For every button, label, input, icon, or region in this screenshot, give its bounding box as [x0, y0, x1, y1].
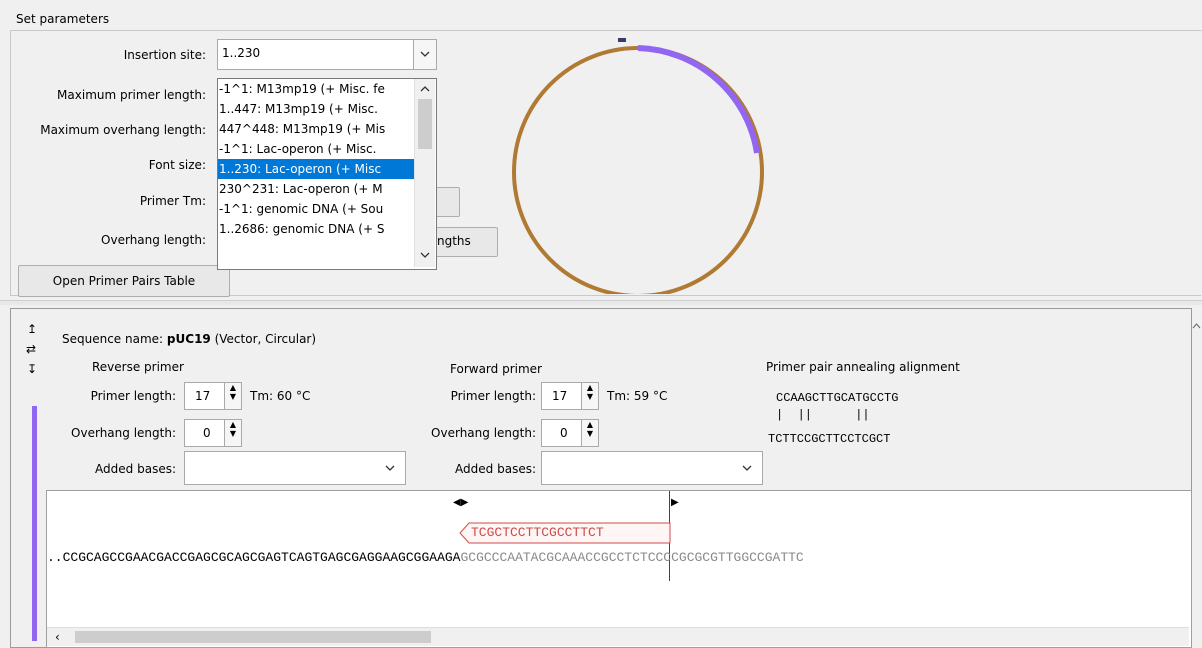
move-down-icon[interactable]: ↧	[27, 362, 37, 376]
alignment-match-bars: | || ||	[776, 408, 870, 422]
forward-primer-length-value: 17	[552, 389, 568, 403]
dropdown-item[interactable]: 1..2686: genomic DNA (+ S	[218, 219, 418, 239]
open-primer-pairs-table-button[interactable]: Open Primer Pairs Table	[18, 265, 230, 297]
dropdown-item[interactable]: -1^1: Lac-operon (+ Misc.	[218, 139, 418, 159]
side-toolbar: ↥ ⇄ ↧	[24, 322, 40, 642]
spinner-arrows[interactable]: ▲ ▼	[224, 420, 241, 446]
insertion-site-combo[interactable]: 1..230	[217, 39, 437, 70]
chevron-down-icon[interactable]	[385, 465, 395, 472]
sequence-name: pUC19	[166, 332, 211, 346]
dropdown-item[interactable]: -1^1: genomic DNA (+ Sou	[218, 199, 418, 219]
insertion-site-label: Insertion site:	[123, 48, 206, 62]
sequence-grey: GCGCCCAATACGCAAACCGCCTCTCCCCGCGCGTTGGCCG…	[460, 550, 804, 565]
max-overhang-length-label: Maximum overhang length:	[40, 123, 206, 137]
reverse-primer-length-spinner[interactable]: 17 ▲ ▼	[184, 382, 242, 410]
reverse-tm: Tm: 60 °C	[250, 389, 311, 403]
set-parameters-header	[10, 8, 1202, 31]
circular-map[interactable]	[500, 34, 790, 294]
move-up-icon[interactable]: ↥	[27, 322, 37, 336]
sequence-view[interactable]: ◀▶ ▶ TCGCTCCTTCGCCTTCT ..CCGCAGCCGAACGAC…	[46, 490, 1192, 648]
reverse-overhang-spinner[interactable]: 0 ▲ ▼	[184, 419, 242, 447]
cut-marker-right-icon: ▶	[671, 497, 679, 508]
forward-overhang-value: 0	[560, 426, 568, 440]
insertion-site-dropdown-button[interactable]	[413, 40, 436, 69]
selection-bar	[32, 406, 37, 641]
overhang-length-label: Overhang length:	[101, 233, 206, 247]
insertion-site-value: 1..230	[222, 46, 261, 60]
scrollbar-thumb[interactable]	[75, 631, 431, 643]
alignment-bottom-strand: TCTTCCGCTTCCTCGCT	[768, 432, 891, 446]
horizontal-scrollbar[interactable]: ‹	[47, 627, 1189, 646]
sequence-name-label: Sequence name:	[62, 332, 164, 346]
max-primer-length-label: Maximum primer length:	[57, 88, 206, 102]
spinner-arrows[interactable]: ▲ ▼	[581, 420, 598, 446]
chevron-left-icon[interactable]: ‹	[55, 630, 60, 644]
forward-overhang-spinner[interactable]: 0 ▲ ▼	[541, 419, 599, 447]
alignment-top-strand: CCAAGCTTGCATGCCTG	[776, 391, 899, 405]
forward-primer-length-spinner[interactable]: 17 ▲ ▼	[541, 382, 599, 410]
swap-icon[interactable]: ⇄	[26, 342, 36, 356]
dna-sequence: ..CCGCAGCCGAACGACCGAGCGCAGCGAGTCAGTGAGCG…	[47, 550, 804, 565]
spinner-arrows[interactable]: ▲ ▼	[224, 383, 241, 409]
reverse-primer-title: Reverse primer	[92, 360, 184, 374]
chevron-down-icon[interactable]	[420, 252, 430, 259]
font-size-label: Font size:	[148, 158, 206, 172]
dropdown-item[interactable]: 447^448: M13mp19 (+ Mis	[218, 119, 418, 139]
split-divider[interactable]	[0, 300, 1202, 305]
forward-primer-title: Forward primer	[450, 362, 542, 376]
reverse-primer-sequence: TCGCTCCTTCGCCTTCT	[471, 525, 604, 540]
spinner-arrows[interactable]: ▲ ▼	[581, 383, 598, 409]
panel-title: Set parameters	[16, 12, 110, 26]
chevron-down-icon[interactable]	[742, 465, 752, 472]
cut-marker-left-icon: ◀▶	[453, 497, 469, 508]
origin-marker	[618, 38, 626, 42]
forward-added-bases-combo[interactable]	[541, 451, 763, 485]
chevron-down-icon	[420, 51, 430, 57]
reverse-added-bases-label: Added bases:	[95, 462, 176, 476]
insertion-site-dropdown-list[interactable]: -1^1: M13mp19 (+ Misc. fe 1..447: M13mp1…	[217, 78, 437, 270]
sequence-bold: ..CCGCAGCCGAACGACCGAGCGCAGCGAGTCAGTGAGCG…	[47, 550, 461, 565]
alignment-title: Primer pair annealing alignment	[766, 360, 960, 374]
forward-added-bases-label: Added bases:	[455, 462, 536, 476]
dropdown-items: -1^1: M13mp19 (+ Misc. fe 1..447: M13mp1…	[218, 79, 418, 239]
dropdown-item[interactable]: 1..447: M13mp19 (+ Misc.	[218, 99, 418, 119]
dropdown-item-selected[interactable]: 1..230: Lac-operon (+ Misc	[218, 159, 418, 179]
reverse-added-bases-combo[interactable]	[184, 451, 406, 485]
set-lengths-label: ngths	[437, 234, 471, 248]
reverse-primer-length-value: 17	[195, 389, 211, 403]
scroll-up-caret[interactable]	[1192, 318, 1201, 332]
dropdown-scrollbar[interactable]	[414, 79, 435, 267]
reverse-overhang-label: Overhang length:	[71, 426, 176, 440]
reverse-primer-length-label: Primer length:	[90, 389, 176, 403]
forward-overhang-label: Overhang length:	[431, 426, 536, 440]
dropdown-item[interactable]: -1^1: M13mp19 (+ Misc. fe	[218, 79, 418, 99]
scrollbar-thumb[interactable]	[418, 99, 432, 149]
sequence-name-row: Sequence name: pUC19 (Vector, Circular)	[62, 332, 316, 346]
dropdown-item[interactable]: 230^231: Lac-operon (+ M	[218, 179, 418, 199]
insert-arc	[637, 45, 760, 154]
primer-tm-label: Primer Tm:	[139, 194, 206, 208]
forward-primer-length-label: Primer length:	[450, 389, 536, 403]
chevron-up-icon[interactable]	[420, 85, 430, 92]
caret-up-icon[interactable]	[1192, 323, 1201, 329]
sequence-detail: (Vector, Circular)	[214, 332, 317, 346]
reverse-overhang-value: 0	[203, 426, 211, 440]
forward-tm: Tm: 59 °C	[607, 389, 668, 403]
